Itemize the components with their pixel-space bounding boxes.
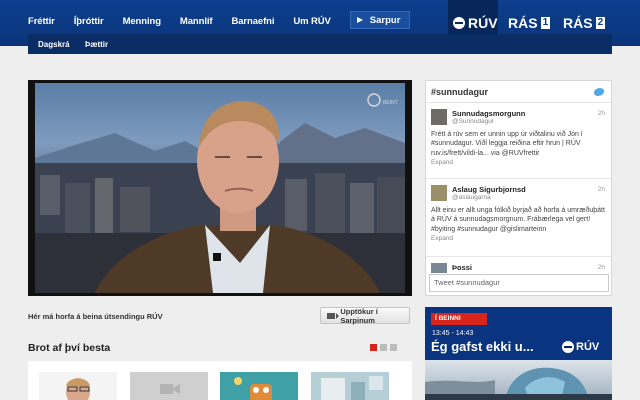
promo-title: Ég gafst ekki u... [431,339,534,354]
ras1-number: 1 [540,17,551,29]
promo-time: 13:45 - 14:43 [432,330,474,337]
twitter-bird-icon[interactable] [594,88,604,96]
video-scene: BEINT [35,93,405,293]
tweet-time: 2h [597,110,605,117]
nav-item-mannlif[interactable]: Mannlíf [180,16,213,27]
subnav-thaettir[interactable]: Þættir [85,40,108,49]
ruv-logo-icon [562,341,574,353]
cartoon-thumbnail-image [234,377,272,400]
sarpur-button[interactable]: Sarpur [349,11,411,29]
ruv-logo-icon [453,17,465,29]
ruv-label: RÚV [468,15,498,31]
person-thumbnail-image [66,378,90,400]
main-nav: Fréttir Íþróttir Menning Mannlíf Barnaef… [28,11,411,29]
sarpur-label: Sarpur [369,14,401,26]
ras2-number: 2 [595,17,606,29]
play-icon [356,17,363,23]
video-player[interactable]: BEINT [28,80,412,296]
avatar[interactable] [431,109,447,125]
ras1-label: RÁS [508,15,538,31]
twitter-widget: #sunnudagur Sunnudagsmorgunn @Sunnudagur… [425,80,612,296]
nav-item-menning[interactable]: Menning [123,16,161,27]
subnav-dagskra[interactable]: Dagskrá [38,40,70,49]
tweet[interactable]: Þossi 2h [426,257,611,273]
glacier-image [425,367,612,400]
tweet-expand-link[interactable]: Expand [431,234,606,245]
nav-item-frettir[interactable]: Fréttir [28,16,55,27]
live-promo-banner[interactable]: Í BEINNI 13:45 - 14:43 Ég gafst ekki u..… [425,307,612,400]
tweet-handle[interactable]: @Sunnudagur [452,118,494,125]
carousel-pagination [370,344,400,351]
section-title: Brot af því besta [28,342,111,354]
carousel-dot[interactable] [390,344,397,351]
sub-navigation: Dagskrá Þættir [28,34,612,54]
tweet-time: 2h [597,186,605,193]
nav-item-um-ruv[interactable]: Um RÚV [293,16,331,27]
highlight-thumbnail[interactable] [130,372,208,400]
promo-logo: RÚV [562,341,599,353]
nav-item-barnaefni[interactable]: Barnaefni [231,16,274,27]
tweet[interactable]: Sunnudagsmorgunn @Sunnudagur 2h Frétt á … [426,103,611,179]
tweet-author[interactable]: Aslaug Sigurbjornsd [452,185,526,194]
promo-image [425,360,612,400]
carousel-dot[interactable] [370,344,377,351]
avatar[interactable] [431,185,447,201]
highlight-thumbnail[interactable] [39,372,117,400]
carousel-dot[interactable] [380,344,387,351]
twitter-hashtag[interactable]: #sunnudagur [431,87,488,97]
video-camera-icon [327,312,340,319]
room-thumbnail-image [321,376,383,400]
tweet-handle[interactable]: @aslaugarna [452,194,491,201]
svg-text:BEINT: BEINT [383,100,398,106]
nav-item-ithrottir[interactable]: Íþróttir [74,16,104,27]
tweet-author[interactable]: Sunnudagsmorgunn [452,109,525,118]
avatar[interactable] [431,263,447,273]
ras2-label: RÁS [563,15,593,31]
highlight-thumbnail[interactable] [220,372,298,400]
highlights-carousel [28,361,412,400]
recordings-button[interactable]: Upptökur í Sarpinum [320,306,410,325]
tweet-author[interactable]: Þossi [452,263,472,272]
tweet-input[interactable]: Tweet #sunnudagur [429,274,609,292]
highlight-thumbnail[interactable] [311,372,389,400]
video-placeholder-icon [160,384,180,394]
tweet-expand-link[interactable]: Expand [431,158,606,169]
live-video-frame: BEINT [35,83,405,293]
tweet-time: 2h [597,264,605,271]
live-badge: Í BEINNI [431,313,487,325]
tweet[interactable]: Aslaug Sigurbjornsd @aslaugarna 2h Allt … [426,179,611,257]
promo-logo-text: RÚV [576,341,600,353]
recordings-label: Upptökur í Sarpinum [340,306,378,325]
video-caption: Hér má horfa á beina útsendingu RÚV [28,312,163,321]
twitter-header: #sunnudagur [426,81,611,103]
